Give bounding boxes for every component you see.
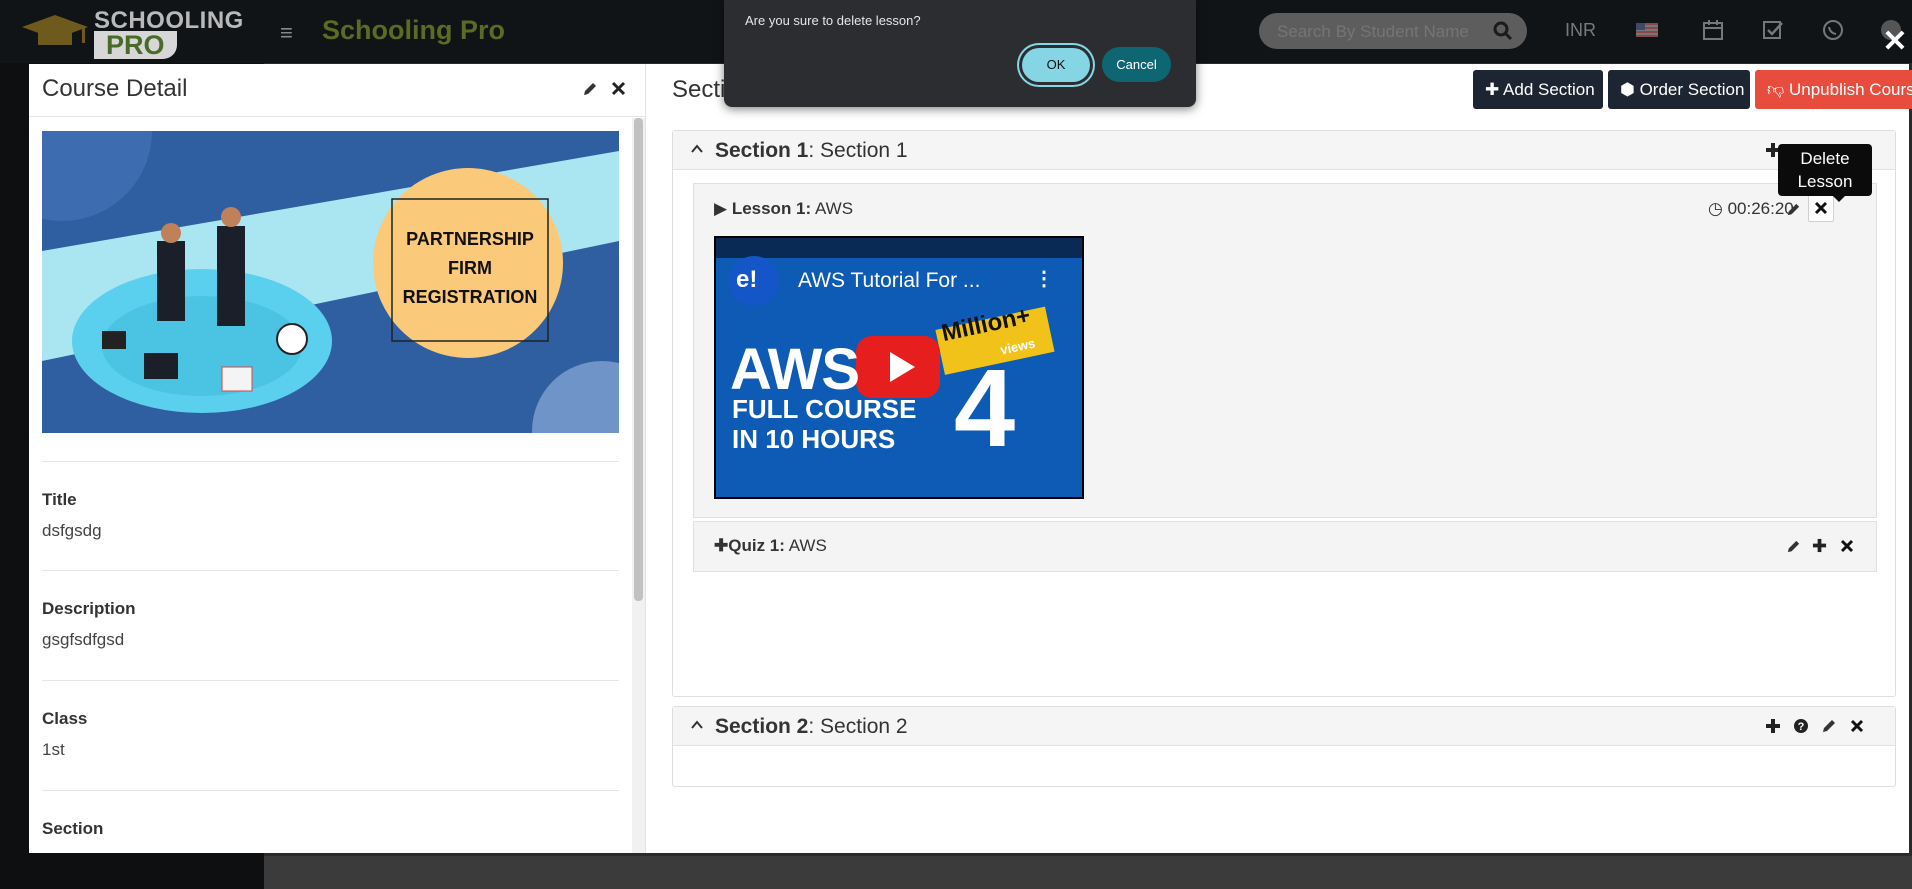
section-field: Section [42,790,619,854]
title-field: Title dsfgsdg [42,461,619,572]
quiz-number: Quiz 1: [728,536,785,555]
add-lesson-plus-icon[interactable] [1765,718,1781,734]
lesson-video-player[interactable]: e! AWS Tutorial For ... ⋮ AWS FULL COURS… [714,236,1084,499]
edit-lesson-pencil-icon[interactable] [1786,202,1801,217]
course-thumbnail-image: PARTNERSHIP FIRM REGISTRATION [42,131,619,433]
currency-selector[interactable]: INR [1565,20,1596,41]
views-number: 4 [954,347,1016,470]
play-circle-icon: ▶︎ [714,199,728,218]
chevron-up-icon[interactable] [690,718,704,732]
delete-lesson-x-icon [1814,201,1828,215]
edit-quiz-pencil-icon[interactable] [1786,539,1801,554]
us-flag-icon[interactable] [1636,19,1658,41]
brand-title: Schooling Pro [322,15,506,45]
section-number: Section 2 [715,715,809,738]
delete-section-x-icon[interactable] [1849,718,1865,734]
video-title: AWS Tutorial For ... [798,269,981,292]
order-section-button[interactable]: ⬢ Order Section [1608,70,1750,109]
field-label: Class [42,709,88,728]
thumbnail-caption-line: REGISTRATION [402,287,538,307]
lesson-duration: ◷ 00:26:20 [1708,199,1794,219]
course-detail-modal: Course Detail PARTNERSHIP FIRM REGISTRAT… [29,64,1912,853]
class-field: Class 1st [42,680,619,791]
hamburger-menu-icon[interactable]: ≡ [280,20,293,46]
field-value: gsgfsdfgsd [42,630,125,649]
logo-text-line2: PRO [94,31,177,59]
modal-close-icon[interactable]: ✕ [1880,24,1910,59]
unpublish-course-button[interactable]: 👎︎ Unpublish Course [1755,70,1912,109]
section-panel: Section 2: Section 2 ? [672,706,1896,787]
calendar-icon[interactable] [1702,19,1724,41]
video-thumbnail-line: IN 10 HOURS [732,424,896,454]
student-search [1259,13,1527,49]
edit-course-pencil-icon[interactable] [582,81,598,97]
delete-lesson-button[interactable] [1808,194,1834,222]
course-detail-panel: Course Detail PARTNERSHIP FIRM REGISTRAT… [29,64,646,853]
detail-scrollbar-thumb[interactable] [634,118,643,601]
thumbnail-caption-line: FIRM [448,258,492,278]
expand-plus-icon[interactable]: ✚ [714,536,728,555]
chevron-up-icon[interactable] [690,142,704,156]
section-title: Section 2: Section 2 [715,715,908,739]
quiz-title: ✚Quiz 1: AWS [714,536,827,556]
graduation-cap-icon [22,15,88,45]
section-panel: Section 1: Section 1 ▶︎ Lesson 1: AWS ◷ … [672,130,1896,697]
description-field: Description gsgfsdfgsd [42,570,619,681]
lesson-name: AWS [811,199,854,218]
app-logo[interactable]: SCHOOLING PRO [20,5,250,59]
whatsapp-icon[interactable] [1822,19,1844,41]
field-value: 1st [42,740,65,759]
footer [264,856,1912,889]
edit-section-pencil-icon[interactable] [1821,718,1837,734]
delete-quiz-x-icon[interactable] [1840,539,1854,553]
section-number: Section 1 [715,139,809,162]
add-section-button[interactable]: ✚ Add Section [1473,70,1603,109]
field-label: Title [42,490,77,509]
cube-icon: ⬢ [1620,80,1640,99]
search-icon[interactable] [1493,21,1513,41]
confirm-ok-button[interactable]: OK [1022,48,1090,82]
quiz-item: ✚Quiz 1: AWS [693,521,1877,572]
svg-text:?: ? [1798,721,1805,733]
quiz-name: AWS [784,536,827,555]
field-value: dsfgsdg [42,521,102,540]
thumbnail-caption: PARTNERSHIP FIRM REGISTRATION [392,225,548,312]
sections-panel: Sections ✚ Add Section ⬢ Order Section 👎… [645,64,1912,853]
delete-confirm-dialog: Are you sure to delete lesson? OK Cancel [724,0,1196,107]
section-title: Section 1: Section 1 [715,139,908,163]
course-detail-header: Course Detail [29,64,645,117]
section-name: : Section 2 [808,715,908,738]
lesson-item: ▶︎ Lesson 1: AWS ◷ 00:26:20 e! AWS Tutor… [693,183,1877,518]
close-detail-icon[interactable] [610,80,627,97]
unpublish-course-label: Unpublish Course [1788,80,1912,99]
thumbs-down-icon: 👎︎ [1767,80,1789,99]
video-thumbnail-heading: AWS [730,337,860,402]
add-quiz-question-icon[interactable]: ? [1793,718,1809,734]
more-vertical-icon[interactable]: ⋮ [1034,266,1054,291]
add-section-label: Add Section [1503,80,1595,99]
channel-avatar: e! [736,266,758,293]
lesson-title: ▶︎ Lesson 1: AWS [714,199,853,219]
checkbox-icon[interactable] [1762,19,1784,41]
add-question-plus-icon[interactable] [1812,538,1827,553]
video-thumbnail-subtitle: FULL COURSE IN 10 HOURS [732,394,916,454]
plus-icon: ✚ [1485,80,1504,99]
field-label: Description [42,599,136,618]
confirm-message: Are you sure to delete lesson? [745,13,921,28]
confirm-cancel-button[interactable]: Cancel [1102,47,1171,82]
section-name: : Section 1 [808,139,908,162]
lesson-duration-value: 00:26:20 [1727,199,1794,218]
course-detail-title: Course Detail [42,75,188,102]
thumbnail-caption-line: PARTNERSHIP [406,229,534,249]
lesson-number: Lesson 1: [731,199,812,218]
section-header[interactable]: Section 1: Section 1 [673,131,1895,170]
order-section-label: Order Section [1639,80,1745,99]
delete-lesson-tooltip: Delete Lesson [1778,144,1872,202]
section-header[interactable]: Section 2: Section 2 ? [673,707,1895,746]
field-label: Section [42,819,104,838]
video-thumbnail-line: FULL COURSE [732,394,917,424]
clock-icon: ◷ [1708,199,1723,218]
search-input[interactable] [1275,21,1489,43]
